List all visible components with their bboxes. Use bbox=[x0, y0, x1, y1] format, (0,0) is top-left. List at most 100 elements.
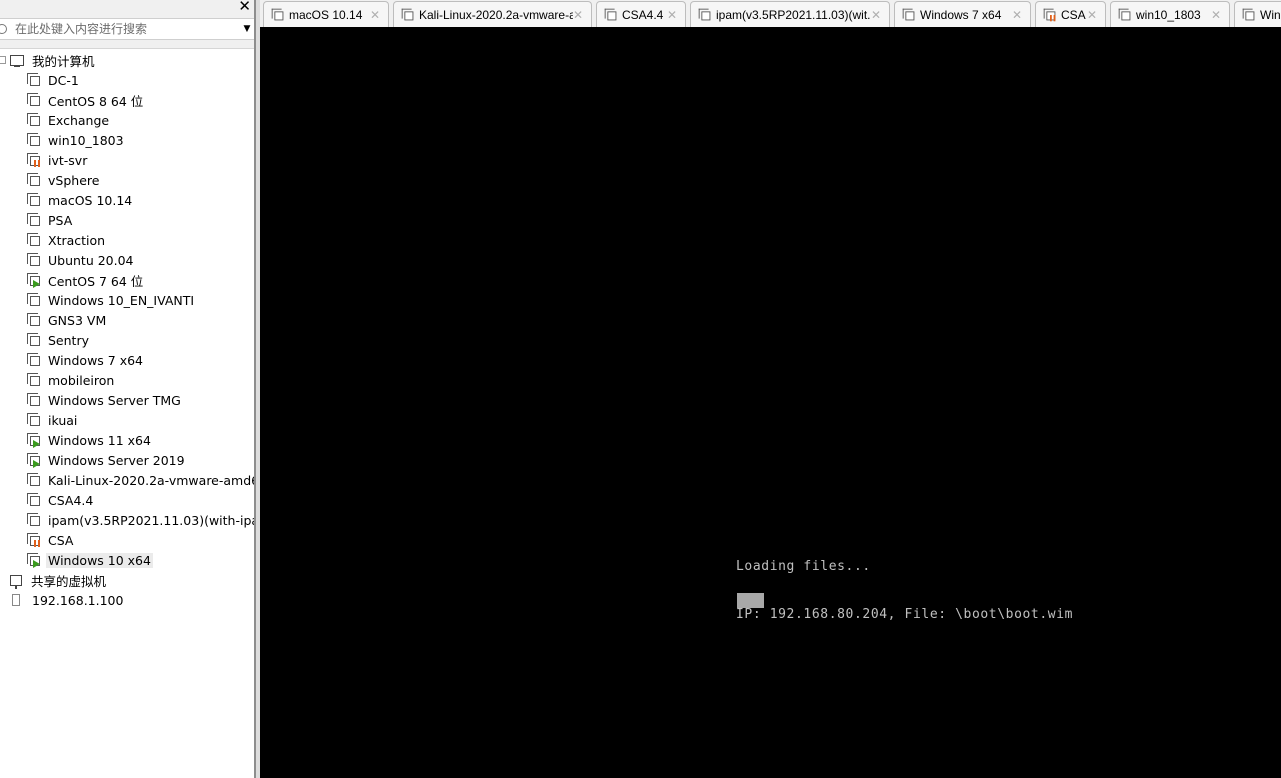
vm-icon bbox=[26, 212, 42, 228]
tree-item-vm[interactable]: ivt-svr bbox=[26, 150, 89, 170]
collapse-toggle-icon[interactable] bbox=[0, 56, 6, 64]
vm-tab[interactable]: Wind bbox=[1234, 1, 1281, 27]
tab-label: macOS 10.14 bbox=[289, 7, 363, 22]
vm-tab[interactable]: macOS 10.14 ✕ bbox=[263, 1, 389, 27]
tab-label: CSA bbox=[1061, 7, 1086, 22]
tree-item-label: Windows 11 x64 bbox=[48, 432, 151, 448]
vm-console[interactable]: Loading files... IP: 192.168.80.204, Fil… bbox=[260, 27, 1281, 778]
vm-icon bbox=[26, 332, 42, 348]
vm-icon bbox=[26, 472, 42, 488]
tree-item-vm[interactable]: vSphere bbox=[26, 170, 101, 190]
tree-item-vm[interactable]: mobileiron bbox=[26, 370, 116, 390]
tree-item-vm[interactable]: ikuai bbox=[26, 410, 79, 430]
tab-close-button[interactable]: ✕ bbox=[370, 8, 380, 22]
tree-item-vm[interactable]: CSA bbox=[26, 530, 75, 550]
vm-icon bbox=[26, 372, 42, 388]
tree-item-vm[interactable]: CentOS 8 64 位 bbox=[26, 90, 145, 110]
tree-item-label: Ubuntu 20.04 bbox=[48, 252, 134, 268]
computer-icon bbox=[10, 54, 24, 67]
tab-label: ipam(v3.5RP2021.11.03)(wit... bbox=[716, 7, 871, 22]
tab-label: win10_1803 bbox=[1136, 7, 1201, 22]
tree-item-vm[interactable]: Windows 10_EN_IVANTI bbox=[26, 290, 196, 310]
vm-icon bbox=[1242, 7, 1256, 21]
vm-tab-bar: macOS 10.14 ✕ Kali-Linux-2020.2a-vmware-a.… bbox=[260, 0, 1281, 27]
tab-label: Kali-Linux-2020.2a-vmware-a... bbox=[419, 7, 573, 22]
tree-item-vm[interactable]: Ubuntu 20.04 bbox=[26, 250, 136, 270]
vm-tab[interactable]: CSA4.4 ✕ bbox=[596, 1, 686, 27]
tree-item-vm[interactable]: CSA4.4 bbox=[26, 490, 95, 510]
vm-tab[interactable]: Windows 7 x64 ✕ bbox=[894, 1, 1031, 27]
tree-item-vm[interactable]: Exchange bbox=[26, 110, 111, 130]
tree-item-vm[interactable]: Windows 10 x64 bbox=[26, 550, 153, 570]
tree-item-vm[interactable]: Kali-Linux-2020.2a-vmware-amd64 bbox=[26, 470, 255, 490]
tree-item-vm[interactable]: Windows 7 x64 bbox=[26, 350, 145, 370]
tab-close-button[interactable]: ✕ bbox=[1087, 8, 1097, 22]
vm-tab[interactable]: Kali-Linux-2020.2a-vmware-a... ✕ bbox=[393, 1, 592, 27]
tab-close-button[interactable]: ✕ bbox=[667, 8, 677, 22]
tree-item-label: CentOS 7 64 位 bbox=[48, 273, 144, 289]
tab-close-button[interactable]: ✕ bbox=[1211, 8, 1221, 22]
tree-item-label: Windows 10 x64 bbox=[46, 552, 153, 568]
tab-label: Wind bbox=[1260, 7, 1281, 22]
tree-item-vm[interactable]: macOS 10.14 bbox=[26, 190, 134, 210]
search-input[interactable] bbox=[15, 22, 240, 36]
tree-item-my-computer[interactable]: 我的计算机 bbox=[0, 50, 97, 70]
console-ip-file-text: IP: 192.168.80.204, File: \boot\boot.wim bbox=[736, 607, 1074, 622]
tree-item-vm[interactable]: Windows 11 x64 bbox=[26, 430, 153, 450]
tree-item-label: mobileiron bbox=[48, 372, 115, 388]
vm-icon bbox=[26, 352, 42, 368]
vm-paused-icon bbox=[26, 152, 42, 168]
tab-close-button[interactable]: ✕ bbox=[871, 8, 881, 22]
tree-item-vm[interactable]: PSA bbox=[26, 210, 74, 230]
tree-item-vm[interactable]: GNS3 VM bbox=[26, 310, 108, 330]
tree-item-vm[interactable]: DC-1 bbox=[26, 70, 81, 90]
vm-icon bbox=[26, 232, 42, 248]
tree-item-label: 192.168.1.100 bbox=[32, 592, 124, 608]
vm-icon bbox=[26, 512, 42, 528]
tab-label: Windows 7 x64 bbox=[920, 7, 1002, 22]
tree-item-vm[interactable]: ipam(v3.5RP2021.11.03)(with-ipam)( bbox=[26, 510, 255, 530]
tree-item-vm[interactable]: win10_1803 bbox=[26, 130, 126, 150]
search-dropdown-icon[interactable]: ▼ bbox=[240, 24, 254, 34]
server-icon bbox=[12, 594, 20, 606]
tree-item-remote-host[interactable]: 192.168.1.100 bbox=[9, 590, 125, 610]
tree-item-label: CentOS 8 64 位 bbox=[48, 93, 144, 109]
vm-running-icon bbox=[26, 272, 42, 288]
tree-item-label: ikuai bbox=[48, 412, 78, 428]
tree-item-vm[interactable]: Xtraction bbox=[26, 230, 107, 250]
tab-close-button[interactable]: ✕ bbox=[1012, 8, 1022, 22]
tree-item-label: Windows Server TMG bbox=[48, 392, 181, 408]
tree-item-label: win10_1803 bbox=[48, 132, 124, 148]
tree-item-vm[interactable]: Sentry bbox=[26, 330, 91, 350]
tree-item-label: 共享的虚拟机 bbox=[31, 573, 107, 589]
tree-item-vm[interactable]: Windows Server TMG bbox=[26, 390, 183, 410]
tree-item-label: ipam(v3.5RP2021.11.03)(with-ipam)( bbox=[48, 512, 255, 528]
tree-item-label: vSphere bbox=[48, 172, 100, 188]
vm-tree: 我的计算机 DC-1 CentOS 8 64 位 Exchange win10_1803… bbox=[0, 48, 255, 778]
tree-item-label: CSA4.4 bbox=[48, 492, 94, 508]
vm-tab[interactable]: win10_1803 ✕ bbox=[1110, 1, 1230, 27]
tree-item-label: Windows Server 2019 bbox=[48, 452, 185, 468]
search-icon bbox=[0, 24, 7, 34]
tree-item-label: Xtraction bbox=[48, 232, 106, 248]
vm-icon bbox=[26, 392, 42, 408]
vm-running-icon bbox=[26, 432, 42, 448]
vm-icon bbox=[604, 7, 618, 21]
tree-item-label: PSA bbox=[48, 212, 73, 228]
close-library-button[interactable]: ✕ bbox=[238, 0, 251, 14]
tree-item-vm[interactable]: CentOS 7 64 位 bbox=[26, 270, 145, 290]
tree-item-label: Kali-Linux-2020.2a-vmware-amd64 bbox=[48, 472, 255, 488]
tree-item-label: Sentry bbox=[48, 332, 89, 348]
tree-item-label: 我的计算机 bbox=[32, 53, 95, 69]
tree-item-shared-vms[interactable]: 共享的虚拟机 bbox=[10, 570, 108, 590]
tree-item-vm[interactable]: Windows Server 2019 bbox=[26, 450, 187, 470]
vm-icon bbox=[26, 312, 42, 328]
vm-running-icon bbox=[26, 552, 42, 568]
vm-tab[interactable]: CSA ✕ bbox=[1035, 1, 1106, 27]
tree-item-label: Exchange bbox=[48, 112, 110, 128]
vm-icon bbox=[26, 492, 42, 508]
tree-item-label: GNS3 VM bbox=[48, 312, 107, 328]
vm-icon bbox=[902, 7, 916, 21]
tab-close-button[interactable]: ✕ bbox=[573, 8, 583, 22]
vm-tab[interactable]: ipam(v3.5RP2021.11.03)(wit... ✕ bbox=[690, 1, 890, 27]
